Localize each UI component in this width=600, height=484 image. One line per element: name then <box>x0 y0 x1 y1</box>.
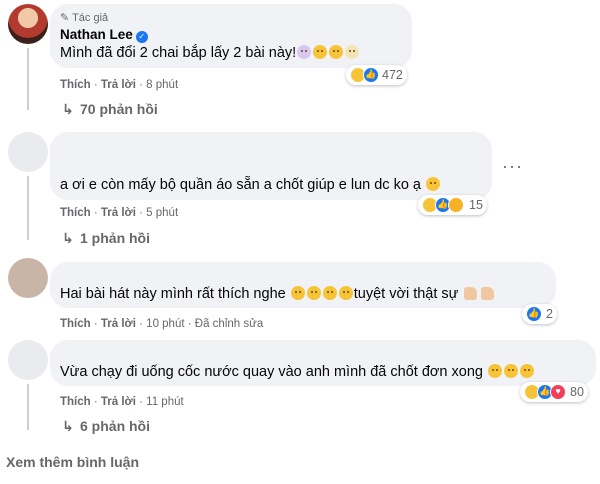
thread-line <box>27 48 29 110</box>
reaction-summary[interactable]: 👍 2 <box>522 304 557 324</box>
view-replies-button[interactable]: ↳ 6 phản hồi <box>62 418 150 435</box>
relieved-emoji-icon <box>338 286 353 300</box>
reply-arrow-icon: ↳ <box>62 418 74 434</box>
timestamp[interactable]: 11 phút <box>146 396 184 408</box>
partying-emoji-icon <box>487 364 502 378</box>
reaction-summary[interactable]: 👍 ♥ 80 <box>520 382 588 402</box>
reply-button[interactable]: Trả lời <box>101 207 136 219</box>
comment-actions: Thích · Trả lời · 10 phút · Đã chỉnh sửa <box>60 318 264 330</box>
see-more-comments-link[interactable]: Xem thêm bình luận <box>6 454 139 470</box>
partying-emoji-icon <box>503 364 518 378</box>
like-reaction-icon: 👍 <box>363 67 379 83</box>
edited-label[interactable]: Đã chỉnh sửa <box>195 318 263 330</box>
reply-button[interactable]: Trả lời <box>101 318 136 330</box>
avatar-nathan-lee[interactable] <box>8 4 48 44</box>
relieved-emoji-icon <box>322 286 337 300</box>
comment-actions: Thích · Trả lời · 8 phút <box>60 79 179 91</box>
comment-actions: Thích · Trả lời · 5 phút <box>60 207 179 219</box>
comment-actions: Thích · Trả lời · 11 phút <box>60 396 184 408</box>
verified-check-icon: ✓ <box>135 31 148 43</box>
view-replies-button[interactable]: ↳ 1 phản hồi <box>62 230 150 247</box>
relieved-emoji-icon <box>290 286 305 300</box>
reaction-count: 472 <box>382 68 403 82</box>
clinking-glasses-emoji-icon <box>345 45 360 59</box>
reply-arrow-icon: ↳ <box>62 230 74 246</box>
avatar[interactable] <box>8 132 48 172</box>
like-button[interactable]: Thích <box>60 396 91 408</box>
reply-arrow-icon: ↳ <box>62 101 74 117</box>
thread-line <box>27 176 29 240</box>
reaction-summary[interactable]: 👍 15 <box>418 195 487 215</box>
care-reaction-icon <box>448 197 464 213</box>
partying-emoji-icon <box>329 45 344 59</box>
view-replies-button[interactable]: ↳ 70 phản hồi <box>62 101 158 118</box>
reaction-summary[interactable]: 👍 472 <box>346 65 407 85</box>
partying-emoji-icon <box>519 364 534 378</box>
reply-button[interactable]: Trả lời <box>101 396 136 408</box>
reaction-count: 15 <box>469 198 483 212</box>
like-button[interactable]: Thích <box>60 207 91 219</box>
avatar[interactable] <box>8 340 48 380</box>
timestamp[interactable]: 8 phút <box>146 79 178 91</box>
timestamp[interactable]: 10 phút <box>146 318 184 330</box>
love-reaction-icon: ♥ <box>550 384 566 400</box>
comment-text: a ơi e còn mấy bộ quần áo sẵn a chốt giú… <box>60 177 441 193</box>
pencil-icon: ✎ <box>60 12 70 24</box>
comment-text: Mình đã đổi 2 chai bắp lấy 2 bài này! <box>60 45 360 61</box>
comment-text: Hai bài hát này mình rất thích nghe tuyệ… <box>60 286 496 302</box>
thumbs-up-emoji-icon <box>481 287 495 300</box>
like-reaction-icon: 👍 <box>526 306 542 322</box>
unicorn-emoji-icon <box>297 45 312 59</box>
avatar[interactable] <box>8 258 48 298</box>
reply-button[interactable]: Trả lời <box>101 79 136 91</box>
thumbs-up-emoji-icon <box>464 287 478 300</box>
timestamp[interactable]: 5 phút <box>146 207 178 219</box>
relieved-emoji-icon <box>306 286 321 300</box>
like-button[interactable]: Thích <box>60 318 91 330</box>
more-options-button[interactable]: ··· <box>502 156 523 177</box>
comment-text: Vừa chạy đi uống cốc nước quay vào anh m… <box>60 364 535 380</box>
like-button[interactable]: Thích <box>60 79 91 91</box>
grimacing-emoji-icon <box>426 177 441 191</box>
reaction-count: 80 <box>570 385 584 399</box>
commenter-name[interactable]: Nathan Lee ✓ <box>60 27 148 43</box>
rofl-emoji-icon <box>313 45 328 59</box>
thread-line <box>27 384 29 430</box>
author-badge: ✎ Tác giả <box>60 12 109 24</box>
reaction-count: 2 <box>546 307 553 321</box>
